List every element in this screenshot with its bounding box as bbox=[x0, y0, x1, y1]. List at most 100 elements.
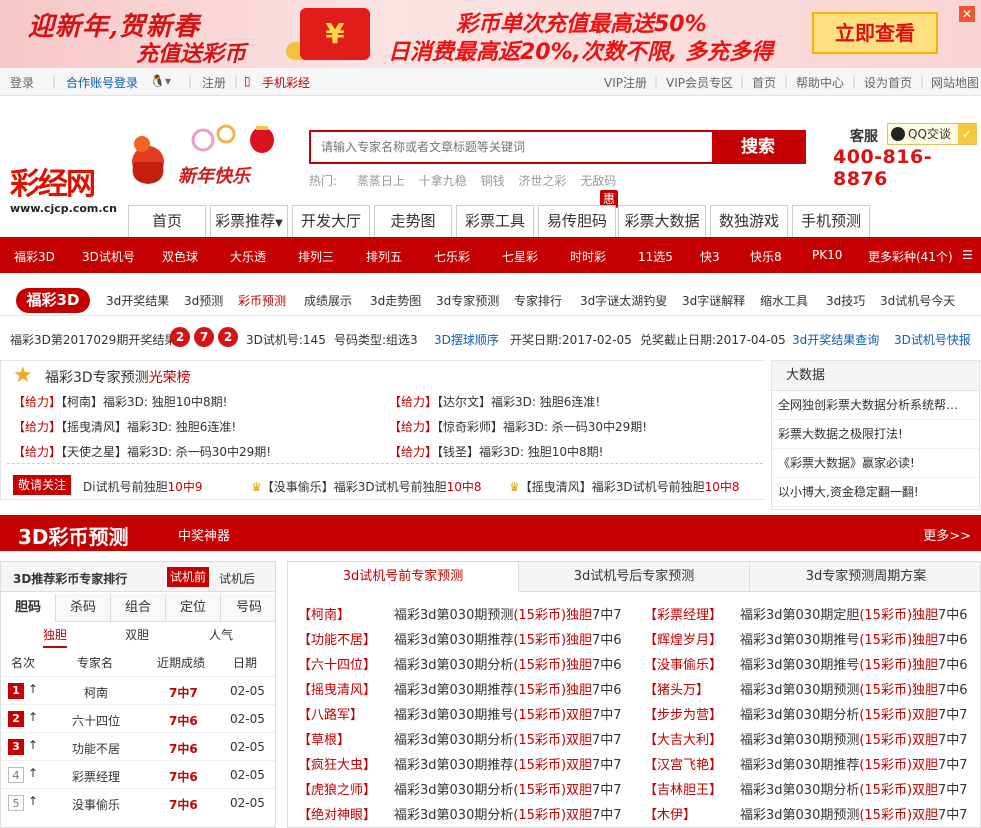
hot-keyword[interactable]: 无敌码 bbox=[580, 174, 616, 188]
subnav-item[interactable]: 成绩展示 bbox=[304, 292, 352, 309]
subnav-item[interactable]: 3d走势图 bbox=[370, 292, 421, 309]
rank-tab-kill[interactable]: 杀码 bbox=[56, 594, 111, 622]
subtab-single[interactable]: 独胆 bbox=[43, 626, 68, 648]
prediction-item[interactable]: 【猪头万】 福彩3d第030期预测(15彩币)独胆7中6 bbox=[644, 679, 968, 698]
tab-after-test[interactable]: 试机后 bbox=[219, 570, 255, 587]
ball-order-link[interactable]: 3D摆球顺序 bbox=[434, 331, 499, 348]
honor-item[interactable]: 【给力】【钱圣】福彩3D: 独胆10中8期! bbox=[389, 443, 603, 460]
prediction-item[interactable]: 【没事偷乐】 福彩3d第030期推号(15彩币)独胆7中6 bbox=[644, 654, 968, 673]
subnav-item[interactable]: 专家排行 bbox=[514, 292, 562, 309]
tab-before-prediction[interactable]: 3d试机号前专家预测 bbox=[288, 562, 519, 592]
sitemap-link[interactable]: 网站地图 bbox=[931, 74, 979, 91]
mobile-link[interactable]: 手机彩经 bbox=[262, 74, 310, 91]
result-query-link[interactable]: 3d开奖结果查询 bbox=[792, 331, 879, 348]
hot-keyword[interactable]: 铜钱 bbox=[481, 174, 505, 188]
table-row[interactable]: 2 ↑ 六十四位 7中6 02-05 bbox=[1, 704, 275, 732]
prediction-item[interactable]: 【疯狂大虫】 福彩3d第030期推荐(15彩币)双胆7中7 bbox=[298, 754, 622, 773]
register-link[interactable]: 注册 bbox=[202, 74, 226, 91]
honor-item[interactable]: 【给力】【柯南】福彩3D: 独胆10中8期! bbox=[13, 393, 227, 410]
prediction-item[interactable]: 【汉宫飞艳】 福彩3d第030期推荐(15彩币)双胆7中7 bbox=[644, 754, 968, 773]
subnav-item-active[interactable]: 彩币预测 bbox=[238, 292, 286, 309]
tab-cycle-plan[interactable]: 3d专家预测周期方案 bbox=[750, 562, 980, 592]
qq-icon[interactable]: 🐧▾ bbox=[150, 74, 171, 88]
vip-zone-link[interactable]: VIP会员专区 bbox=[666, 74, 733, 91]
lottery-item[interactable]: PK10 bbox=[812, 248, 842, 262]
prediction-item[interactable]: 【木伊】 福彩3d第030期预测(15彩币)双胆7中7 bbox=[644, 804, 968, 823]
section-subtitle[interactable]: 中奖神器 bbox=[178, 525, 230, 544]
partner-login-link[interactable]: 合作账号登录 bbox=[66, 74, 138, 91]
tab-before-test[interactable]: 试机前 bbox=[167, 567, 209, 587]
subnav-item[interactable]: 缩水工具 bbox=[760, 292, 808, 309]
table-row[interactable]: 4 ↑ 彩票经理 7中6 02-05 bbox=[1, 760, 275, 788]
big-data-link[interactable]: 以小博大,资金稳定翻一翻! bbox=[772, 478, 979, 507]
lottery-item[interactable]: 大乐透 bbox=[230, 248, 266, 265]
honor-item[interactable]: 【给力】【摇曳清风】福彩3D: 独胆6连准! bbox=[13, 418, 236, 435]
home-link[interactable]: 首页 bbox=[752, 74, 776, 91]
big-data-link[interactable]: 《彩票大数据》赢家必读! bbox=[772, 449, 979, 478]
honor-item[interactable]: 【给力】【惊奇彩师】福彩3D: 杀一码30中29期! bbox=[389, 418, 647, 435]
subtab-double[interactable]: 双胆 bbox=[125, 626, 149, 643]
lottery-item[interactable]: 排列三 bbox=[298, 248, 334, 265]
search-button[interactable]: 搜索 bbox=[712, 132, 804, 162]
lottery-item[interactable]: 七乐彩 bbox=[434, 248, 470, 265]
rank-tab-dan[interactable]: 胆码 bbox=[1, 594, 56, 622]
rank-tab-number[interactable]: 号码 bbox=[221, 594, 275, 622]
tab-after-prediction[interactable]: 3d试机号后专家预测 bbox=[519, 562, 750, 592]
subnav-item[interactable]: 3d开奖结果 bbox=[106, 292, 169, 309]
nav-big-data[interactable]: 彩票大数据 bbox=[618, 205, 706, 238]
subnav-item[interactable]: 3d专家预测 bbox=[436, 292, 499, 309]
prediction-item[interactable]: 【六十四位】 福彩3d第030期分析(15彩币)独胆7中6 bbox=[298, 654, 622, 673]
follow-item[interactable]: ♛【没事偷乐】福彩3D试机号前独胆10中8 bbox=[251, 478, 482, 495]
rank-tab-combo[interactable]: 组合 bbox=[111, 594, 166, 622]
login-link[interactable]: 登录 bbox=[10, 74, 34, 91]
nav-tools[interactable]: 彩票工具 bbox=[456, 205, 534, 238]
subnav-item[interactable]: 3d字谜太湖钓叟 bbox=[580, 292, 667, 309]
nav-recommend[interactable]: 彩票推荐▼ bbox=[210, 205, 288, 238]
honor-item[interactable]: 【给力】【天使之星】福彩3D: 杀一码30中29期! bbox=[13, 443, 271, 460]
prediction-item[interactable]: 【大吉大利】 福彩3d第030期预测(15彩币)双胆7中7 bbox=[644, 729, 968, 748]
nav-home[interactable]: 首页 bbox=[128, 205, 206, 238]
prediction-item[interactable]: 【辉煌岁月】 福彩3d第030期推号(15彩币)独胆7中6 bbox=[644, 629, 968, 648]
vip-register-link[interactable]: VIP注册 bbox=[604, 74, 647, 91]
lottery-item[interactable]: 时时彩 bbox=[570, 248, 606, 265]
banner-cta-button[interactable]: 立即查看 bbox=[812, 12, 938, 54]
current-lottery-pill[interactable]: 福彩3D bbox=[16, 288, 90, 313]
lottery-more[interactable]: 更多彩种(41个) bbox=[868, 248, 953, 265]
lottery-item[interactable]: 快乐8 bbox=[750, 248, 782, 265]
nav-sudoku[interactable]: 数独游戏 bbox=[710, 205, 788, 238]
prediction-item[interactable]: 【柯南】 福彩3d第030期预测(15彩币)独胆7中7 bbox=[298, 604, 622, 623]
table-row[interactable]: 1 ↑ 柯南 7中7 02-05 bbox=[1, 676, 275, 704]
test-news-link[interactable]: 3D试机号快报 bbox=[894, 331, 971, 348]
lottery-item[interactable]: 双色球 bbox=[162, 248, 198, 265]
table-row[interactable]: 5 ↑ 没事偷乐 7中6 02-05 bbox=[1, 788, 275, 816]
lottery-item[interactable]: 排列五 bbox=[366, 248, 402, 265]
nav-hall[interactable]: 开发大厅 bbox=[292, 205, 370, 238]
set-home-link[interactable]: 设为首页 bbox=[864, 74, 912, 91]
big-data-link[interactable]: 全网独创彩票大数据分析系统帮… bbox=[772, 391, 979, 420]
prediction-item[interactable]: 【虎狼之师】 福彩3d第030期分析(15彩币)双胆7中7 bbox=[298, 779, 622, 798]
lottery-item[interactable]: 七星彩 bbox=[502, 248, 538, 265]
prediction-item[interactable]: 【步步为营】 福彩3d第030期分析(15彩币)双胆7中7 bbox=[644, 704, 968, 723]
lottery-item[interactable]: 11选5 bbox=[638, 248, 673, 265]
prediction-item[interactable]: 【八路军】 福彩3d第030期推号(15彩币)双胆7中7 bbox=[298, 704, 622, 723]
nav-trend[interactable]: 走势图 bbox=[374, 205, 452, 238]
lottery-item[interactable]: 快3 bbox=[700, 248, 720, 265]
qq-chat-button[interactable]: QQ交谈 ✓ bbox=[887, 123, 977, 145]
table-row[interactable]: 3 ↑ 功能不居 7中6 02-05 bbox=[1, 732, 275, 760]
prediction-item[interactable]: 【功能不居】 福彩3d第030期推荐(15彩币)独胆7中6 bbox=[298, 629, 622, 648]
subnav-item[interactable]: 3d试机号今天 bbox=[880, 292, 955, 309]
promo-banner[interactable]: 迎新年,贺新春 充值送彩币 ¥ 彩币单次充值最高送50% 日消费最高返20%,次… bbox=[0, 0, 981, 68]
close-icon[interactable]: ✕ bbox=[959, 6, 975, 22]
search-input[interactable] bbox=[311, 132, 711, 162]
lottery-item[interactable]: 福彩3D bbox=[14, 248, 55, 265]
prediction-item[interactable]: 【摇曳清风】 福彩3d第030期推荐(15彩币)独胆7中6 bbox=[298, 679, 622, 698]
lottery-item[interactable]: 3D试机号 bbox=[82, 248, 135, 265]
nav-chuan-dan[interactable]: 易传胆码 bbox=[538, 205, 616, 238]
list-icon[interactable]: ☰ bbox=[962, 248, 973, 262]
prediction-item[interactable]: 【草根】 福彩3d第030期分析(15彩币)双胆7中7 bbox=[298, 729, 622, 748]
hot-keyword[interactable]: 蒸蒸日上 bbox=[357, 174, 405, 188]
prediction-item[interactable]: 【彩票经理】 福彩3d第030期定胆(15彩币)独胆7中6 bbox=[644, 604, 968, 623]
honor-item[interactable]: 【给力】【达尔文】福彩3D: 独胆6连准! bbox=[389, 393, 600, 410]
prediction-item[interactable]: 【绝对神眼】 福彩3d第030期分析(15彩币)双胆7中7 bbox=[298, 804, 622, 823]
follow-item[interactable]: ♛【摇曳清风】福彩3D试机号前独胆10中8 bbox=[509, 478, 740, 495]
